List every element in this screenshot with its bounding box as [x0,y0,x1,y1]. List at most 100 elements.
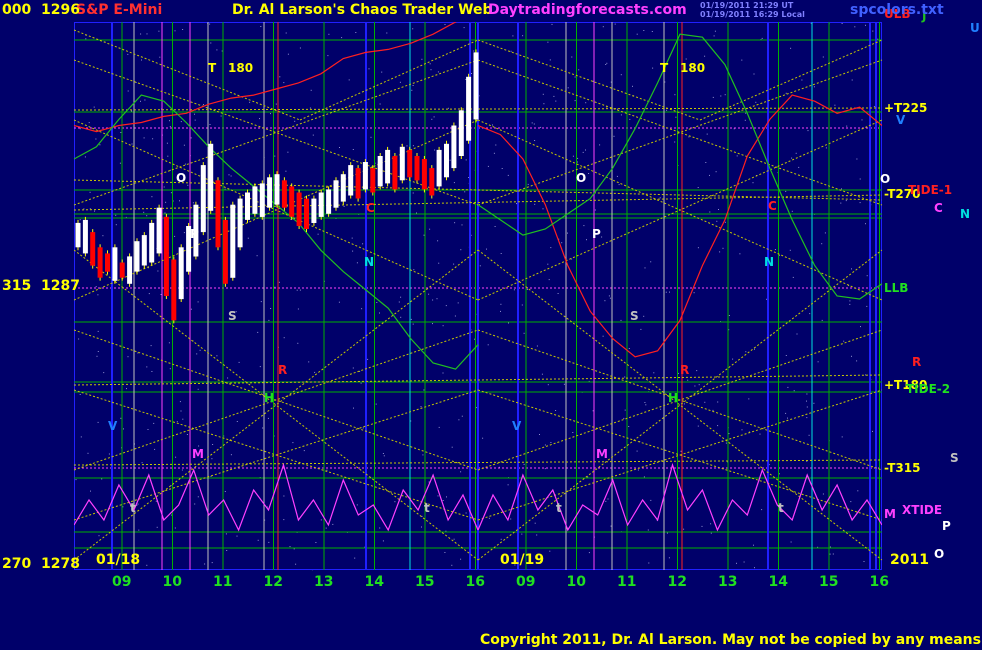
x-hour-tick: 13 [314,574,333,590]
star [115,214,117,216]
star [436,298,438,300]
star [379,312,380,314]
star [856,158,858,160]
star [856,360,858,362]
star [85,38,87,40]
star [834,104,836,106]
star [412,28,414,30]
star [697,187,699,188]
star [101,478,103,480]
star [225,533,227,535]
star [413,269,415,271]
star [211,562,213,564]
star [683,528,685,530]
star [567,87,569,89]
star [179,200,180,202]
star [299,289,301,291]
star [97,351,99,352]
chart-annotation: V [108,419,118,433]
star [165,201,167,203]
x-hour-tick: 14 [769,574,789,590]
star [866,275,868,277]
price-bar [75,222,81,248]
star [158,30,160,32]
instrument-title: S&P E-Mini [76,2,163,18]
star [792,276,794,278]
star [677,372,679,374]
price-bar [141,235,147,266]
chart-annotation: R [680,363,689,377]
star [381,71,383,73]
star [460,558,462,560]
price-bar [156,207,162,254]
star [572,432,574,433]
price-bar [82,219,88,254]
star [312,134,314,136]
star [829,546,831,548]
star [457,302,459,304]
star [551,23,553,25]
star [754,567,755,569]
star [216,355,218,357]
right-label: N [960,207,970,221]
star [523,463,525,465]
star [299,47,301,49]
star [761,37,763,39]
star [712,96,714,98]
star [822,56,824,58]
star [356,262,358,264]
star [697,247,699,249]
star [453,182,455,184]
right-label: P [942,519,951,533]
star [516,203,517,205]
x-hour-tick: 13 [718,574,737,590]
star [719,251,721,253]
right-label: S [950,451,959,465]
star [451,564,453,566]
chart-annotation: M [596,447,608,461]
star [693,292,695,294]
star [433,116,435,118]
star [146,33,148,35]
star [739,253,741,255]
star [348,79,350,81]
star [332,523,334,525]
star [447,107,449,109]
chart-annotation: 180 [228,61,253,75]
star [412,85,414,86]
price-bar [326,189,332,214]
star [90,490,91,492]
star [547,384,549,386]
star [636,450,638,452]
x-hour-tick: 16 [870,574,889,590]
star [227,377,229,379]
star [99,144,101,146]
star [710,532,712,534]
star [123,428,124,430]
star [613,135,615,137]
price-bar [237,198,243,248]
star [453,263,455,265]
x-hour-tick: 15 [819,574,838,590]
star [471,73,472,74]
star [623,417,625,419]
star [534,522,536,524]
star [454,315,456,317]
star [79,394,81,395]
star [140,33,142,35]
star [383,455,385,457]
star [709,211,711,213]
site-url[interactable]: Daytradingforecasts.com [488,2,687,18]
star [640,328,642,330]
star [494,226,496,227]
price-bar [289,186,295,217]
star [236,421,238,422]
chart-annotation: R [278,363,287,377]
price-bar [385,149,391,184]
star [620,319,622,321]
star [712,409,714,411]
star [650,261,652,263]
star [360,382,362,384]
star [791,157,793,159]
star [687,379,689,381]
